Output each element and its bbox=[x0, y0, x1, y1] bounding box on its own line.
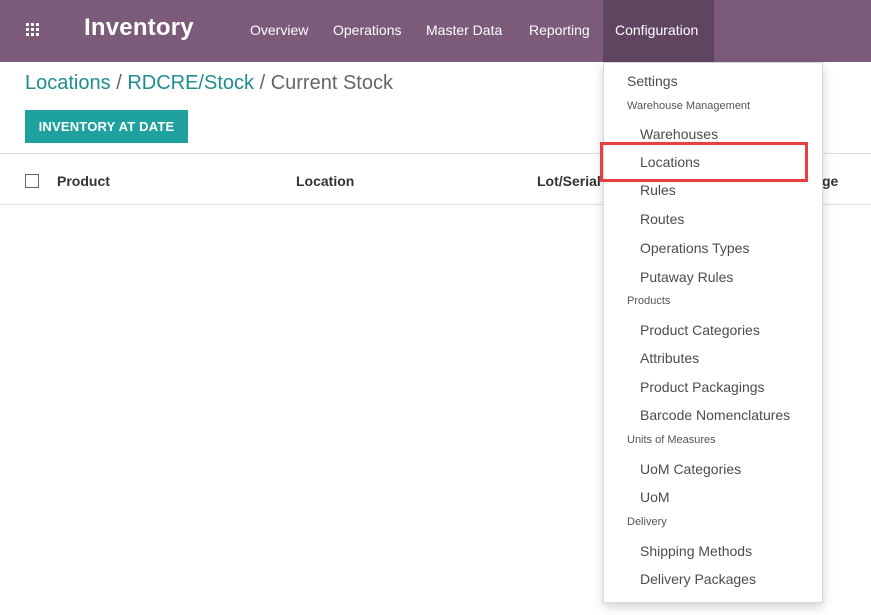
menu-item-operations-types[interactable]: Operations Types bbox=[640, 240, 749, 256]
nav-operations[interactable]: Operations bbox=[333, 22, 401, 38]
menu-item-uom[interactable]: UoM bbox=[640, 489, 670, 505]
menu-item-routes[interactable]: Routes bbox=[640, 211, 684, 227]
menu-section-header: Units of Measures bbox=[627, 434, 716, 446]
configuration-dropdown-menu: Settings Warehouse Management Warehouses… bbox=[603, 62, 823, 603]
breadcrumb-separator: / bbox=[116, 72, 128, 94]
menu-item-attributes[interactable]: Attributes bbox=[640, 350, 699, 366]
menu-item-product-packagings[interactable]: Product Packagings bbox=[640, 379, 765, 395]
menu-item-rules[interactable]: Rules bbox=[640, 182, 676, 198]
menu-item-uom-categories[interactable]: UoM Categories bbox=[640, 461, 741, 477]
menu-item-putaway-rules[interactable]: Putaway Rules bbox=[640, 269, 733, 285]
breadcrumb-rdcre-stock[interactable]: RDCRE/Stock bbox=[127, 72, 254, 94]
menu-section-header: Delivery bbox=[627, 516, 667, 528]
menu-section-header: Products bbox=[627, 295, 671, 307]
app-brand[interactable]: Inventory bbox=[84, 14, 194, 42]
breadcrumb: Locations / RDCRE/Stock / Current Stock bbox=[25, 72, 393, 95]
top-navbar: Inventory Overview Operations Master Dat… bbox=[0, 0, 871, 62]
menu-section-header: Warehouse Management bbox=[627, 100, 751, 112]
column-header-product[interactable]: Product bbox=[57, 173, 110, 189]
menu-item-product-categories[interactable]: Product Categories bbox=[640, 322, 760, 338]
apps-grid-icon[interactable] bbox=[26, 23, 40, 37]
menu-item-settings[interactable]: Settings bbox=[627, 73, 678, 89]
nav-configuration[interactable]: Configuration bbox=[615, 22, 698, 38]
breadcrumb-locations[interactable]: Locations bbox=[25, 72, 111, 94]
menu-item-locations[interactable]: Locations bbox=[640, 154, 700, 170]
menu-item-warehouses[interactable]: Warehouses bbox=[640, 126, 718, 142]
nav-overview[interactable]: Overview bbox=[250, 22, 308, 38]
menu-item-barcode-nomenclatures[interactable]: Barcode Nomenclatures bbox=[640, 407, 790, 423]
breadcrumb-separator: / bbox=[259, 72, 271, 94]
column-header-partial[interactable]: ge bbox=[822, 173, 838, 189]
menu-item-delivery-packages[interactable]: Delivery Packages bbox=[640, 571, 756, 587]
inventory-at-date-button[interactable]: INVENTORY AT DATE bbox=[25, 110, 188, 143]
select-all-checkbox[interactable] bbox=[25, 174, 39, 188]
breadcrumb-current: Current Stock bbox=[270, 72, 393, 94]
menu-item-shipping-methods[interactable]: Shipping Methods bbox=[640, 543, 752, 559]
nav-reporting[interactable]: Reporting bbox=[529, 22, 590, 38]
column-header-location[interactable]: Location bbox=[296, 173, 354, 189]
nav-master-data[interactable]: Master Data bbox=[426, 22, 502, 38]
column-header-lot-serial[interactable]: Lot/Serial bbox=[537, 173, 601, 189]
